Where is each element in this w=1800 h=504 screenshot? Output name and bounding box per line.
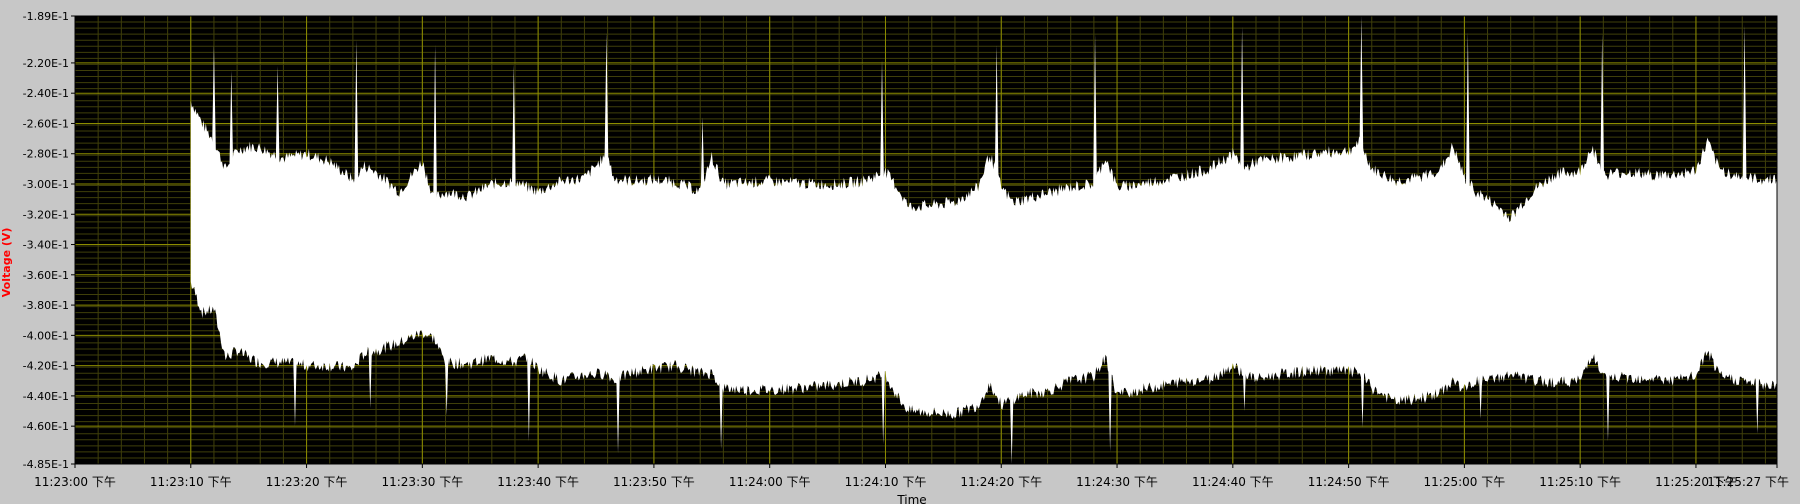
x-tick-label: 11:23:30 下午	[381, 475, 463, 489]
y-axis-label: Voltage (V)	[0, 228, 13, 298]
y-tick-label: -2.20E-1	[23, 57, 69, 70]
y-tick-label: -2.60E-1	[23, 117, 69, 130]
x-tick-label: 11:24:30 下午	[1076, 475, 1158, 489]
x-tick-label: 11:24:40 下午	[1192, 475, 1274, 489]
y-tick-label: -3.20E-1	[23, 208, 69, 221]
y-tick-label: -4.85E-1	[23, 458, 69, 471]
x-tick-label: 11:25:10 下午	[1539, 475, 1621, 489]
y-tick-label: -2.40E-1	[23, 87, 69, 100]
y-tick-label: -3.00E-1	[23, 178, 69, 191]
x-tick-label: 11:23:20 下午	[266, 475, 348, 489]
y-tick-label: -4.60E-1	[23, 420, 69, 433]
x-tick-label: 11:24:20 下午	[960, 475, 1042, 489]
y-tick-label: -4.20E-1	[23, 360, 69, 373]
y-tick-label: -1.89E-1	[23, 10, 69, 23]
y-tick-label: -4.00E-1	[23, 329, 69, 342]
x-tick-label: 11:23:00 下午	[34, 475, 116, 489]
y-tick-label: -3.80E-1	[23, 299, 69, 312]
x-tick-label: 11:23:50 下午	[613, 475, 695, 489]
x-tick-label: 11:24:50 下午	[1308, 475, 1390, 489]
x-axis-label: Time	[896, 493, 926, 504]
y-tick-label: -3.60E-1	[23, 269, 69, 282]
x-tick-label: 11:24:10 下午	[845, 475, 927, 489]
x-tick-label: 11:23:40 下午	[497, 475, 579, 489]
y-tick-label: -2.80E-1	[23, 148, 69, 161]
y-tick-label: -4.40E-1	[23, 390, 69, 403]
x-tick-label: 11:25:27 下午	[1707, 475, 1789, 489]
x-tick-label: 11:24:00 下午	[729, 475, 811, 489]
voltage-chart: -1.89E-1 -2.20E-1 -2.40E-1 -2.60E-1 -2.80E-1…	[0, 0, 1800, 504]
x-tick-label: 11:23:10 下午	[150, 475, 232, 489]
x-tick-label: 11:25:00 下午	[1424, 475, 1506, 489]
y-tick-label: -3.40E-1	[23, 239, 69, 252]
